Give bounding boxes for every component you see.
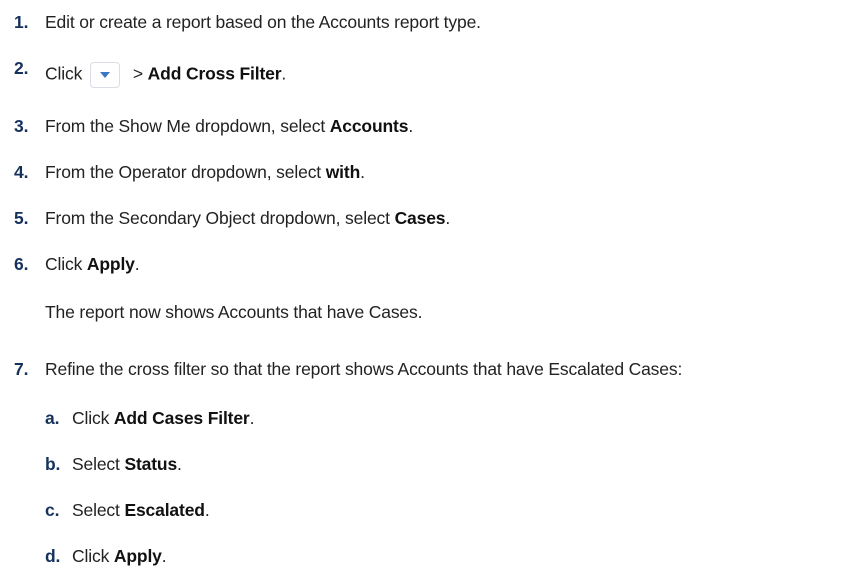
substep-text-bold: Escalated bbox=[124, 499, 205, 520]
step-3: 3. From the Show Me dropdown, select Acc… bbox=[14, 113, 413, 139]
substep-text-end: . bbox=[161, 545, 167, 566]
substep-text-end: . bbox=[249, 407, 255, 428]
step-number: 6. bbox=[14, 253, 29, 274]
step-number: 2. bbox=[14, 57, 29, 78]
substep-text-pre: Click bbox=[72, 545, 114, 566]
substep-text-bold: Apply bbox=[113, 545, 162, 566]
step-text: From the Show Me dropdown, select Accoun… bbox=[45, 116, 413, 137]
step-text-end: . bbox=[281, 63, 287, 84]
step-4: 4. From the Operator dropdown, select wi… bbox=[14, 159, 365, 185]
step-text: Click Apply. bbox=[45, 253, 140, 275]
step-text: From the Secondary Object dropdown, sele… bbox=[45, 208, 450, 229]
step-text-pre: Click bbox=[45, 253, 87, 274]
substep-c: c. Select Escalated. bbox=[45, 497, 210, 523]
substep-letter: d. bbox=[45, 545, 61, 566]
substep-letter: c. bbox=[45, 499, 60, 520]
step-number: 7. bbox=[14, 358, 29, 379]
step-text-end: . bbox=[445, 207, 451, 228]
substep-text-pre: Click bbox=[72, 407, 114, 428]
step-text-pre: Click bbox=[45, 63, 83, 84]
step-text-end: . bbox=[134, 253, 140, 274]
step-text-bold: Cases bbox=[394, 207, 446, 228]
step-text-bold: Add Cross Filter bbox=[147, 63, 282, 84]
substep-text-bold: Status bbox=[124, 453, 178, 474]
substep-text: Select Escalated. bbox=[72, 500, 210, 521]
substep-letter: a. bbox=[45, 407, 60, 428]
substep-a: a. Click Add Cases Filter. bbox=[45, 405, 254, 431]
step-number: 5. bbox=[14, 207, 29, 228]
substep-text-end: . bbox=[177, 453, 182, 474]
substep-text: Select Status. bbox=[72, 454, 182, 475]
step-text: From the Operator dropdown, select with. bbox=[45, 162, 365, 183]
instruction-list: 1. Edit or create a report based on the … bbox=[0, 0, 850, 571]
substep-b: b. Select Status. bbox=[45, 451, 182, 477]
dropdown-arrow-icon bbox=[90, 62, 121, 88]
substep-text: Click Apply. bbox=[72, 545, 167, 567]
step-text: Click > Add Cross Filter. bbox=[45, 62, 286, 88]
step-text-end: . bbox=[360, 161, 365, 182]
step-7: 7. Refine the cross filter so that the r… bbox=[14, 356, 682, 382]
step-text-pre: From the Secondary Object dropdown, sele… bbox=[45, 207, 395, 228]
step-1: 1. Edit or create a report based on the … bbox=[14, 9, 481, 35]
step-text-bold: Accounts bbox=[329, 115, 409, 136]
substep-d: d. Click Apply. bbox=[45, 543, 167, 569]
step-text: Refine the cross filter so that the repo… bbox=[45, 358, 683, 379]
step-text-separator: > bbox=[128, 63, 148, 84]
step-text-pre: From the Operator dropdown, select bbox=[45, 161, 326, 182]
step-text-bold: Apply bbox=[86, 253, 135, 274]
step-text-end: . bbox=[408, 115, 414, 136]
step-number: 4. bbox=[14, 161, 29, 182]
substep-text-end: . bbox=[204, 499, 210, 520]
substep-text-bold: Add Cases Filter bbox=[113, 407, 250, 428]
step-6: 6. Click Apply. bbox=[14, 251, 140, 277]
substep-letter: b. bbox=[45, 453, 61, 474]
substep-text-pre: Select bbox=[72, 499, 125, 520]
step-number: 3. bbox=[14, 115, 29, 136]
step-text-pre: From the Show Me dropdown, select bbox=[45, 115, 330, 136]
step-2: 2. Click > Add Cross Filter. bbox=[14, 58, 286, 88]
step-text-bold: with bbox=[325, 161, 361, 182]
step-6-note: The report now shows Accounts that have … bbox=[45, 302, 423, 322]
substep-text: Click Add Cases Filter. bbox=[72, 408, 254, 429]
step-text: Edit or create a report based on the Acc… bbox=[45, 11, 481, 32]
substep-text-pre: Select bbox=[72, 453, 125, 474]
step-5: 5. From the Secondary Object dropdown, s… bbox=[14, 205, 450, 231]
step-number: 1. bbox=[14, 11, 29, 32]
